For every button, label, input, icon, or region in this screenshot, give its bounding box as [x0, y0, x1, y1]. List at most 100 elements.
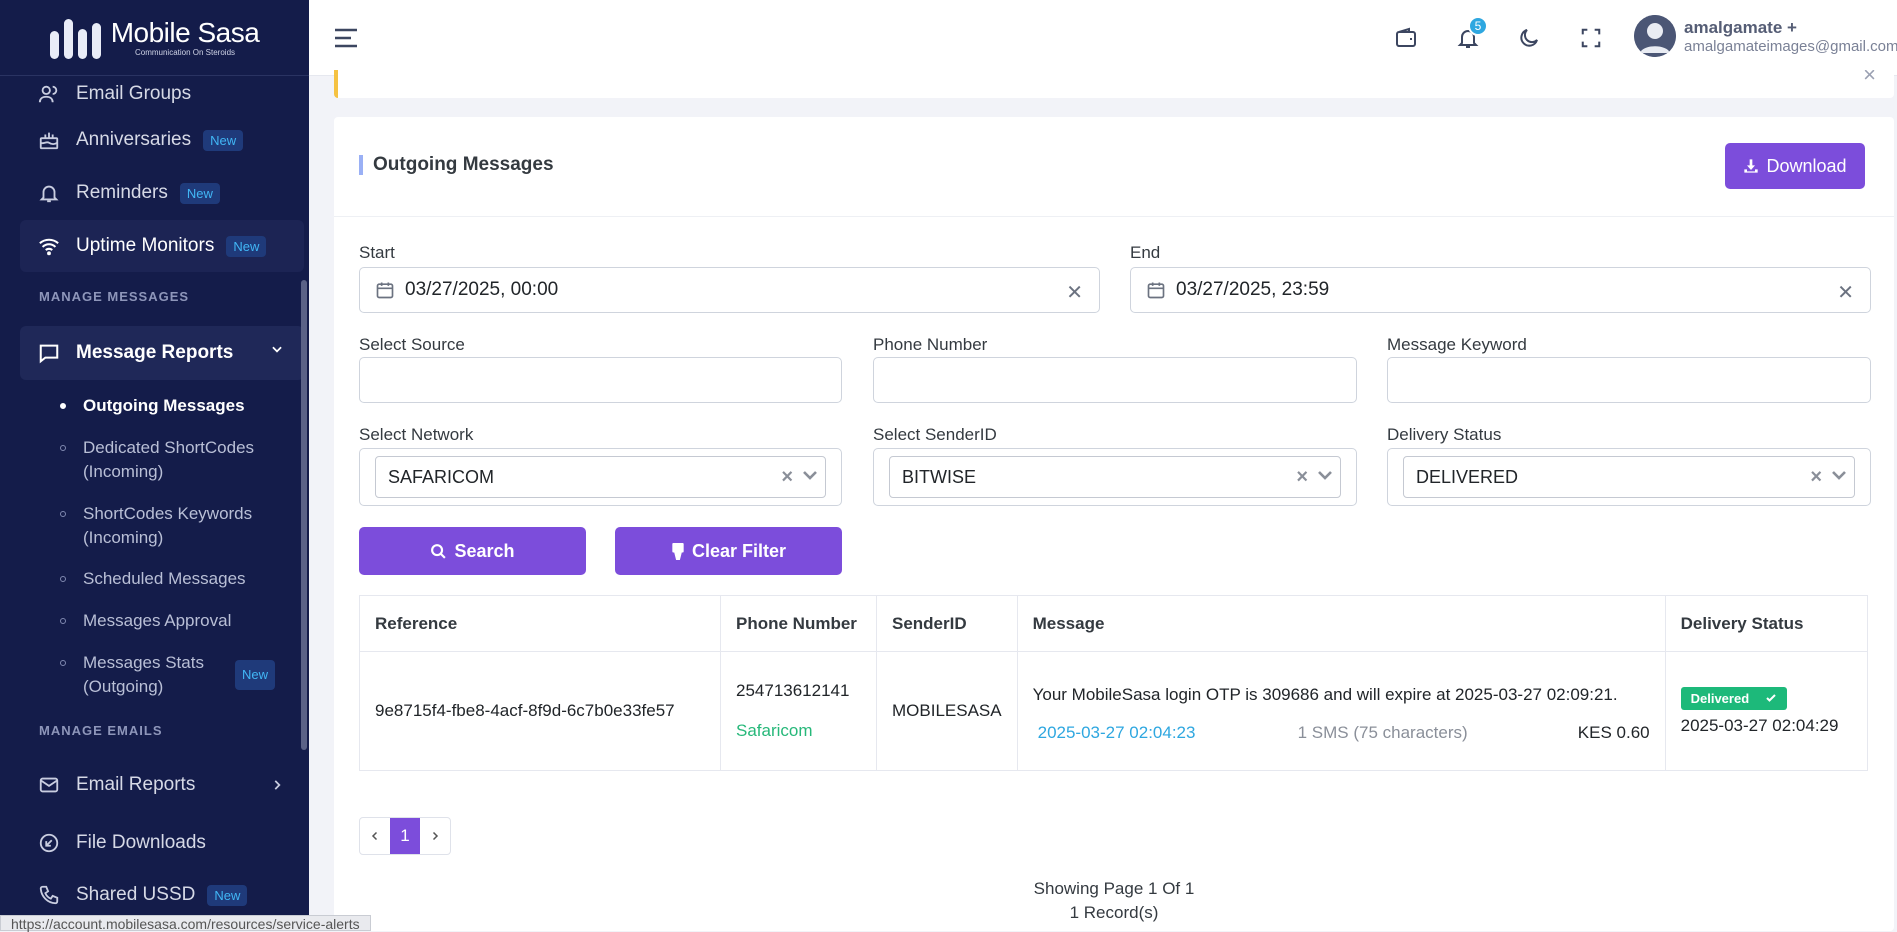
- sidebar-item-label: File Downloads: [76, 832, 206, 853]
- notification-count-badge: 5: [1468, 16, 1488, 36]
- phone-cell: 254713612141 Safaricom: [720, 651, 877, 771]
- new-badge: New: [179, 182, 220, 204]
- delivered-timestamp: 2025-03-27 02:04:29: [1680, 715, 1839, 735]
- clear-selection-icon[interactable]: ×: [1810, 466, 1822, 489]
- bullet-icon: [60, 511, 66, 517]
- sidebar-scrollbar[interactable]: [301, 280, 307, 750]
- chevron-down-icon[interactable]: [1830, 466, 1848, 489]
- brand-logo[interactable]: Mobile Sasa Communication On Steroids: [0, 0, 309, 76]
- sidebar-sub-label: Scheduled Messages: [83, 569, 246, 588]
- download-circle-icon: [36, 830, 62, 856]
- fullscreen-icon[interactable]: [1575, 22, 1607, 54]
- sent-timestamp: 2025-03-27 02:04:23: [1037, 723, 1196, 742]
- sidebar-sub-shortcodes-keywords[interactable]: ShortCodes Keywords (Incoming): [60, 502, 290, 550]
- section-title-manage-messages: MANAGE MESSAGES: [39, 289, 190, 304]
- sidebar-item-shared-ussd[interactable]: Shared USSD New: [20, 872, 304, 918]
- phone-icon: [36, 882, 62, 908]
- sidebar-item-label: Email Reports: [76, 774, 196, 795]
- chevron-down-icon[interactable]: [801, 466, 819, 489]
- column-header-reference[interactable]: Reference: [359, 595, 721, 652]
- clear-end-icon[interactable]: ✕: [1837, 280, 1854, 305]
- eraser-icon: [672, 542, 684, 560]
- sidebar-item-anniversaries[interactable]: Anniversaries New: [20, 117, 304, 163]
- sender-label: Select SenderID: [873, 425, 997, 444]
- sidebar-sub-label: Messages Approval: [83, 611, 232, 630]
- table-row[interactable]: 9e8715f4-fbe8-4acf-8f9d-6c7b0e33fe57 254…: [359, 651, 1869, 771]
- sidebar-item-uptime-monitors[interactable]: Uptime Monitors New: [20, 220, 304, 272]
- sender-cell: MOBILESASA: [876, 651, 1018, 771]
- clear-selection-icon[interactable]: ×: [1296, 466, 1308, 489]
- calendar-icon: [375, 280, 395, 300]
- sidebar-sub-outgoing-messages[interactable]: Outgoing Messages: [60, 394, 290, 418]
- sidebar-item-label: Anniversaries: [76, 129, 192, 150]
- envelope-icon: [36, 772, 62, 798]
- status-badge: Delivered: [1680, 686, 1788, 710]
- message-text: Your MobileSasa login OTP is 309686 and …: [1032, 685, 1618, 704]
- end-date-field[interactable]: 03/27/2025, 23:59 ✕: [1130, 267, 1871, 313]
- cake-icon: [36, 127, 62, 153]
- start-date-field[interactable]: 03/27/2025, 00:00 ✕: [359, 267, 1100, 313]
- clear-selection-icon[interactable]: ×: [781, 466, 793, 489]
- sidebar-item-email-reports[interactable]: Email Reports: [20, 762, 304, 808]
- column-header-phone[interactable]: Phone Number: [720, 595, 877, 652]
- clear-start-icon[interactable]: ✕: [1066, 280, 1083, 305]
- brand-name: Mobile Sasa: [110, 16, 260, 48]
- status-bar-url: https://account.mobilesasa.com/resources…: [0, 915, 371, 932]
- topbar: 5 amalgamate + amalgamateimages@gmail.co…: [309, 0, 1897, 76]
- avatar[interactable]: [1634, 15, 1676, 57]
- column-header-status[interactable]: Delivery Status: [1664, 595, 1869, 652]
- page-1-button[interactable]: 1: [390, 818, 420, 854]
- search-button[interactable]: Search: [359, 527, 586, 575]
- prev-page-icon[interactable]: [360, 818, 390, 854]
- sidebar-sub-scheduled-messages[interactable]: Scheduled Messages: [60, 567, 290, 591]
- bullet-icon: [60, 576, 66, 582]
- new-badge: New: [226, 235, 267, 257]
- message-keyword-input[interactable]: [1387, 357, 1871, 403]
- sidebar-sub-messages-stats[interactable]: Messages Stats (Outgoing) New: [60, 651, 290, 699]
- phone-label: Phone Number: [873, 335, 988, 354]
- sidebar-sub-dedicated-shortcodes[interactable]: Dedicated ShortCodes (Incoming): [60, 436, 290, 484]
- wallet-icon[interactable]: [1390, 22, 1422, 54]
- notification-bell-icon[interactable]: 5: [1452, 16, 1488, 54]
- next-page-icon[interactable]: [420, 818, 450, 854]
- hamburger-menu-icon[interactable]: [330, 22, 362, 54]
- column-header-sender[interactable]: SenderID: [876, 595, 1018, 652]
- phone-number-input[interactable]: [873, 357, 1357, 403]
- new-badge: New: [207, 884, 248, 906]
- network-name: Safaricom: [736, 721, 813, 740]
- service-alert-banner: ×: [334, 70, 1894, 98]
- wifi-icon: [36, 233, 62, 259]
- messages-table: Reference Phone Number SenderID Message …: [359, 595, 1869, 771]
- download-button[interactable]: Download: [1725, 143, 1865, 189]
- search-button-label: Search: [454, 540, 515, 561]
- bullet-icon: [60, 660, 66, 666]
- sidebar-item-file-downloads[interactable]: File Downloads: [20, 820, 304, 866]
- source-input[interactable]: [359, 357, 842, 403]
- network-select[interactable]: SAFARICOM ×: [359, 448, 842, 506]
- sidebar-item-email-groups[interactable]: Email Groups: [20, 71, 304, 117]
- clear-filter-button[interactable]: Clear Filter: [615, 527, 842, 575]
- calendar-icon: [1146, 280, 1166, 300]
- section-title-manage-emails: MANAGE EMAILS: [39, 723, 163, 738]
- sidebar-item-label: Reminders: [76, 182, 168, 203]
- pagination: 1: [359, 817, 451, 855]
- user-name[interactable]: amalgamate +: [1684, 18, 1797, 38]
- download-icon: [1744, 159, 1759, 173]
- download-button-label: Download: [1766, 155, 1847, 176]
- sender-id-select[interactable]: BITWISE ×: [873, 448, 1357, 506]
- sidebar-item-reminders[interactable]: Reminders New: [20, 170, 304, 216]
- sidebar-sub-messages-approval[interactable]: Messages Approval: [60, 609, 290, 633]
- chevron-down-icon[interactable]: [1316, 466, 1334, 489]
- sms-info: 1 SMS (75 characters): [1297, 723, 1468, 742]
- column-header-message[interactable]: Message: [1016, 595, 1666, 652]
- dark-mode-moon-icon[interactable]: [1513, 22, 1545, 54]
- logo-bars-icon: [49, 17, 101, 59]
- reference-cell: 9e8715f4-fbe8-4acf-8f9d-6c7b0e33fe57: [359, 651, 721, 771]
- close-icon[interactable]: ×: [1863, 70, 1876, 88]
- keyword-label: Message Keyword: [1387, 335, 1527, 354]
- delivery-status-select[interactable]: DELIVERED ×: [1387, 448, 1871, 506]
- clear-filter-label: Clear Filter: [691, 540, 787, 561]
- sidebar-item-message-reports[interactable]: Message Reports: [20, 326, 304, 380]
- records-count-text: 1 Record(s): [1069, 903, 1159, 922]
- message-cost: KES 0.60: [1577, 723, 1650, 742]
